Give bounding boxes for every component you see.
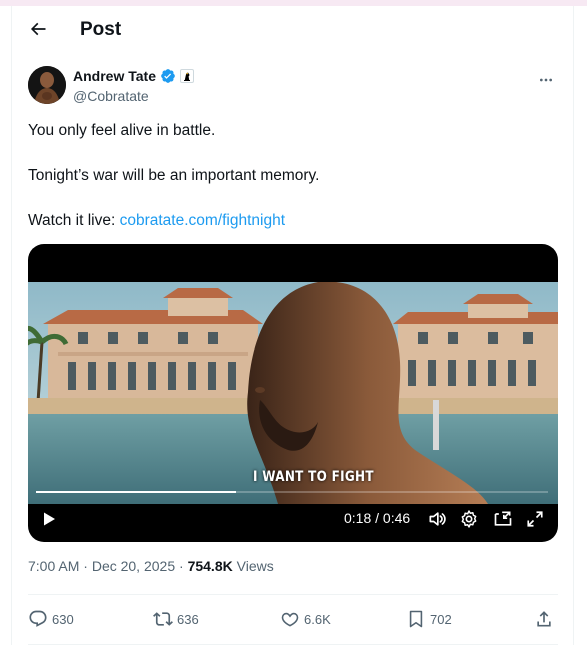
reply-count: 630 — [52, 611, 74, 627]
tweet-line-2: Tonight’s war will be an important memor… — [28, 167, 320, 184]
post-panel: Post Andrew Tate @Cobratate You only fee… — [11, 6, 574, 645]
views-label: Views — [236, 558, 274, 574]
back-button[interactable] — [26, 17, 50, 41]
tweet-line-3-prefix: Watch it live: — [28, 212, 120, 229]
dock-icon — [494, 511, 512, 526]
like-button[interactable]: 6.6K — [280, 602, 331, 636]
display-name[interactable]: Andrew Tate — [73, 68, 156, 84]
tweet-text: You only feel alive in battle. Tonight’s… — [28, 120, 558, 232]
avatar[interactable] — [28, 66, 66, 104]
fullscreen-icon — [527, 511, 543, 527]
verified-badge-icon — [161, 69, 175, 83]
handle[interactable]: @Cobratate — [73, 88, 149, 104]
more-dots-icon — [540, 78, 552, 82]
video-progress-fill — [36, 491, 236, 493]
tweet-line-3: Watch it live: cobratate.com/fightnight — [28, 210, 558, 232]
affiliate-badge-icon[interactable] — [179, 69, 194, 83]
dock-button[interactable] — [490, 506, 516, 532]
share-button[interactable] — [534, 602, 554, 636]
tweet-line-1: You only feel alive in battle. — [28, 122, 216, 139]
video-progress-bar[interactable] — [36, 491, 548, 493]
post-date[interactable]: Dec 20, 2025 — [92, 558, 175, 574]
arrow-left-icon — [30, 22, 46, 36]
video-controls: 0:18 / 0:46 — [28, 506, 558, 536]
more-options-button[interactable] — [534, 68, 558, 92]
name-row: Andrew Tate — [73, 68, 194, 84]
repost-icon — [153, 612, 173, 626]
bookmark-count: 702 — [430, 611, 452, 627]
share-icon — [537, 611, 551, 627]
play-icon — [44, 512, 55, 526]
post-time[interactable]: 7:00 AM — [28, 558, 79, 574]
divider — [28, 594, 558, 595]
reply-button[interactable]: 630 — [28, 602, 74, 636]
post-meta: 7:00 AM · Dec 20, 2025 · 754.8K Views — [28, 558, 274, 574]
volume-icon — [429, 512, 446, 526]
bookmark-button[interactable]: 702 — [406, 602, 452, 636]
page-title: Post — [80, 19, 122, 40]
reply-icon — [29, 610, 47, 627]
repost-count: 636 — [177, 611, 199, 627]
heart-icon — [281, 612, 299, 627]
fightnight-link[interactable]: cobratate.com/fightnight — [120, 212, 285, 229]
play-button[interactable] — [36, 506, 62, 532]
video-time: 0:18 / 0:46 — [344, 510, 411, 526]
video-caption: I WANT TO FIGHT — [253, 467, 374, 485]
fullscreen-button[interactable] — [522, 506, 548, 532]
settings-button[interactable] — [456, 506, 482, 532]
views-count: 754.8K — [187, 558, 233, 574]
page-header: Post — [12, 6, 573, 56]
bookmark-icon — [409, 610, 423, 628]
gear-icon — [461, 510, 477, 528]
action-bar: 630 636 6.6K 702 — [28, 602, 558, 636]
video-player[interactable]: I WANT TO FIGHT 0:18 / 0:46 — [28, 244, 558, 542]
author-row: Andrew Tate @Cobratate — [28, 66, 558, 108]
repost-button[interactable]: 636 — [153, 602, 199, 636]
like-count: 6.6K — [304, 611, 331, 627]
volume-button[interactable] — [424, 506, 450, 532]
